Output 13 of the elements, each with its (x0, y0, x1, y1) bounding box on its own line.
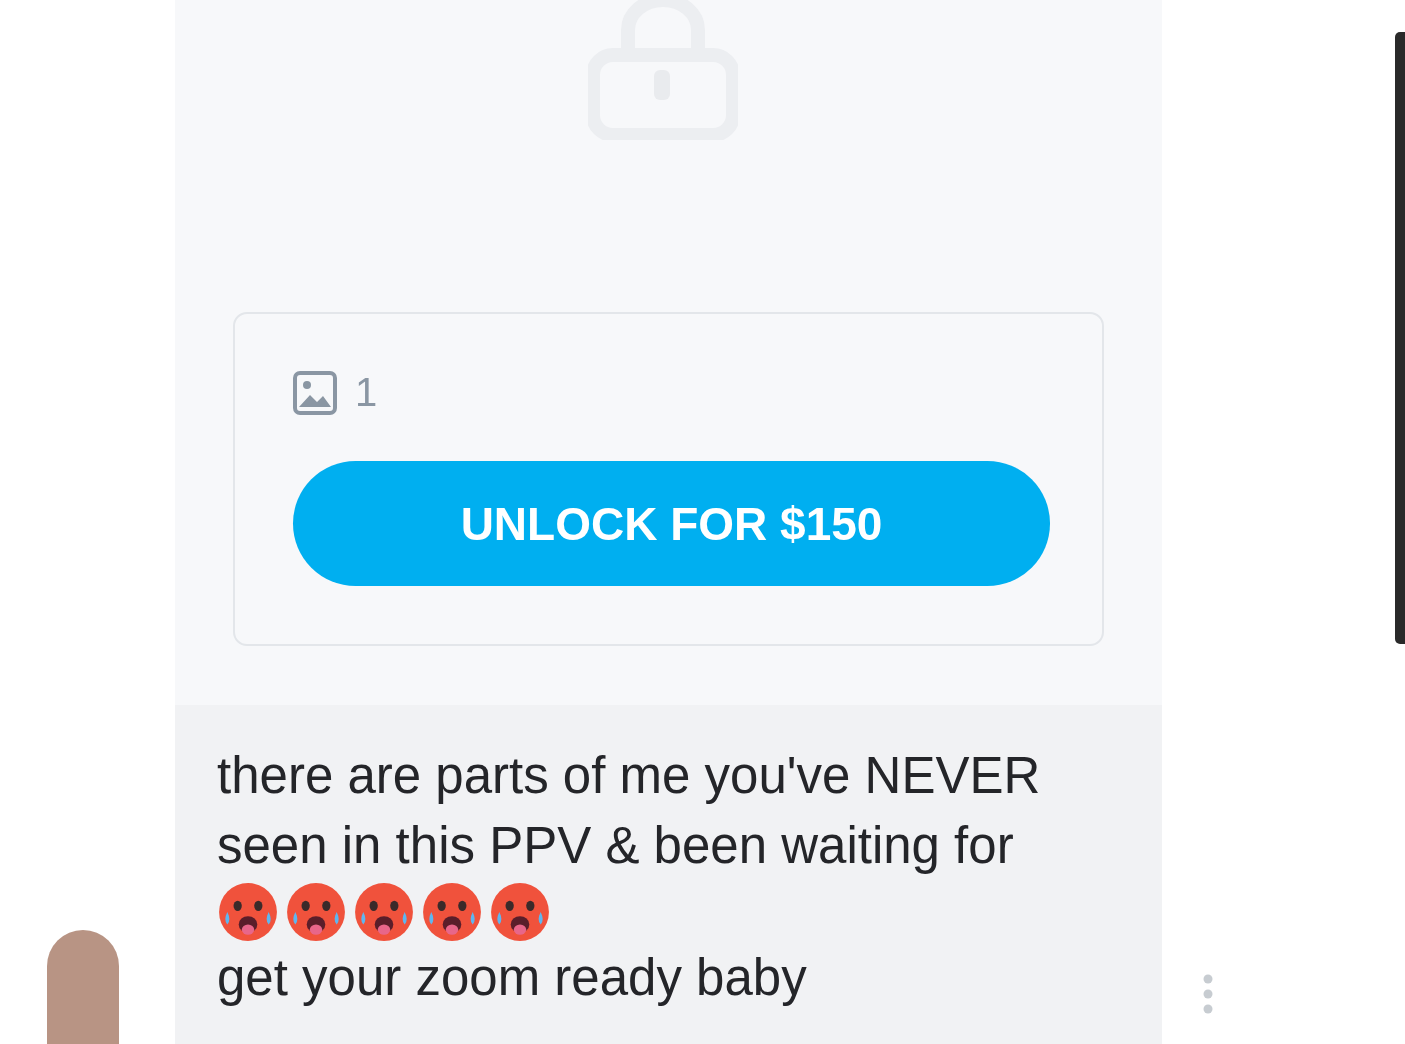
hot-face-emoji-icon (217, 881, 279, 943)
avatar-photo-placeholder[interactable] (47, 930, 119, 1044)
hot-face-emoji-icon (421, 881, 483, 943)
hot-face-emoji-icon (353, 881, 415, 943)
media-count: 1 (355, 370, 378, 415)
unlock-button[interactable]: UNLOCK FOR $150 (293, 461, 1050, 586)
hot-face-emoji-icon (285, 881, 347, 943)
more-options-icon[interactable] (1202, 974, 1214, 1014)
image-icon (293, 370, 337, 415)
message-text: get your zoom ready baby (217, 948, 807, 1008)
message-text: there are parts of me you've NEVER seen in this PPV & been waiting for (217, 746, 1042, 876)
scrollbar[interactable] (1395, 32, 1405, 644)
hot-face-emoji-icon (489, 881, 551, 943)
